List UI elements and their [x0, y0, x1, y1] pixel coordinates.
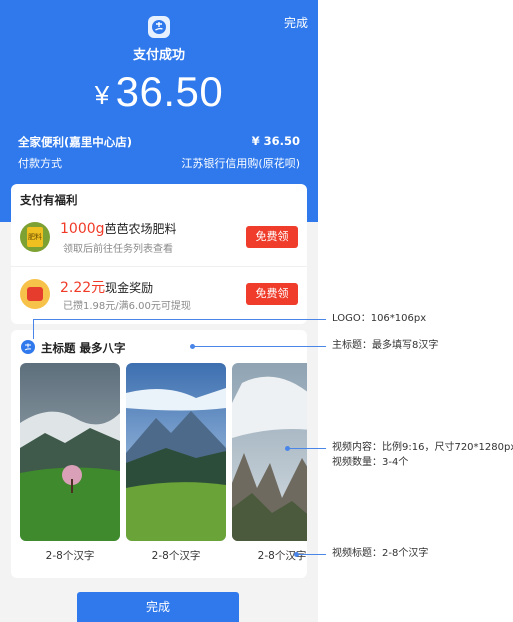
annotation-panel [318, 0, 513, 622]
pay-method-label: 付款方式 [18, 157, 62, 170]
annotation-line-title [194, 346, 326, 347]
amount-value: 36.50 [115, 68, 224, 115]
video-main-title: 主标题 最多八字 [41, 341, 126, 355]
annotation-line-caption [298, 554, 326, 555]
brand-logo-icon [21, 340, 35, 354]
claim-cash-button[interactable]: 免费领 [246, 283, 298, 305]
video-thumbnail-3[interactable] [232, 363, 307, 541]
annotation-line-logo-vertical [33, 319, 34, 339]
fertilizer-icon: 肥料 [20, 222, 50, 252]
claim-fertilizer-button[interactable]: 免费领 [246, 226, 298, 248]
benefit-name-text: 芭芭农场肥料 [104, 222, 177, 236]
benefit-item-fertilizer: 肥料 1000g芭芭农场肥料 领取后前往任务列表查看 免费领 [11, 210, 307, 266]
payment-status: 支付成功 [132, 48, 185, 63]
annotation-video-count: 视频数量：3-4个 [332, 457, 409, 468]
annotation-video-content: 视频内容：比例9:16，尺寸720*1280px [332, 442, 513, 453]
benefit-highlight: 2.22元 [60, 280, 106, 296]
done-button[interactable]: 完成 [77, 592, 239, 622]
benefits-title: 支付有福利 [20, 193, 78, 207]
phone-screen: 完成 支付成功 ¥36.50 全家便利(嘉里中心店) ¥ 36.50 付款方式 … [0, 0, 318, 622]
benefit-item-cash: 2.22元现金奖励 已攒1.98元/满6.00元可提现 免费领 [11, 266, 307, 322]
benefit-sub: 领取后前往任务列表查看 [63, 244, 173, 255]
benefits-card: 支付有福利 肥料 1000g芭芭农场肥料 领取后前往任务列表查看 免费领 2.2… [11, 184, 307, 324]
merchant-amount: ¥ 36.50 [251, 134, 300, 148]
currency-symbol: ¥ [94, 80, 110, 110]
annotation-main-title: 主标题：最多填写8汉字 [332, 340, 439, 351]
fertilizer-bag-label: 肥料 [27, 227, 43, 247]
red-envelope-icon [20, 279, 50, 309]
video-card: 主标题 最多八字 2-8个汉字 2-8个汉字 2-8个汉字 [11, 330, 307, 578]
annotation-line-video [289, 448, 326, 449]
video-thumbnail-1[interactable] [20, 363, 120, 541]
pay-method-row: 付款方式 江苏银行信用购(原花呗) [18, 155, 300, 171]
alipay-logo-icon [148, 16, 170, 38]
merchant-name: 全家便利(嘉里中心店) [18, 135, 133, 149]
video-caption-2: 2-8个汉字 [151, 550, 201, 562]
video-caption-1: 2-8个汉字 [45, 550, 95, 562]
benefit-name: 1000g芭芭农场肥料 [60, 220, 177, 237]
annotation-line-logo [34, 319, 326, 320]
done-link[interactable]: 完成 [284, 14, 308, 31]
annotation-logo: LOGO：106*106px [332, 313, 427, 324]
benefit-sub: 已攒1.98元/满6.00元可提现 [63, 301, 191, 312]
pay-method-value: 江苏银行信用购(原花呗) [181, 157, 300, 170]
annotation-video-title: 视频标题：2-8个汉字 [332, 548, 429, 559]
benefit-name-text: 现金奖励 [105, 281, 154, 295]
merchant-row: 全家便利(嘉里中心店) ¥ 36.50 [18, 134, 300, 150]
payment-amount: ¥36.50 [0, 68, 318, 116]
benefit-highlight: 1000g [60, 221, 105, 237]
benefit-name: 2.22元现金奖励 [60, 277, 153, 297]
video-thumbnail-2[interactable] [126, 363, 226, 541]
